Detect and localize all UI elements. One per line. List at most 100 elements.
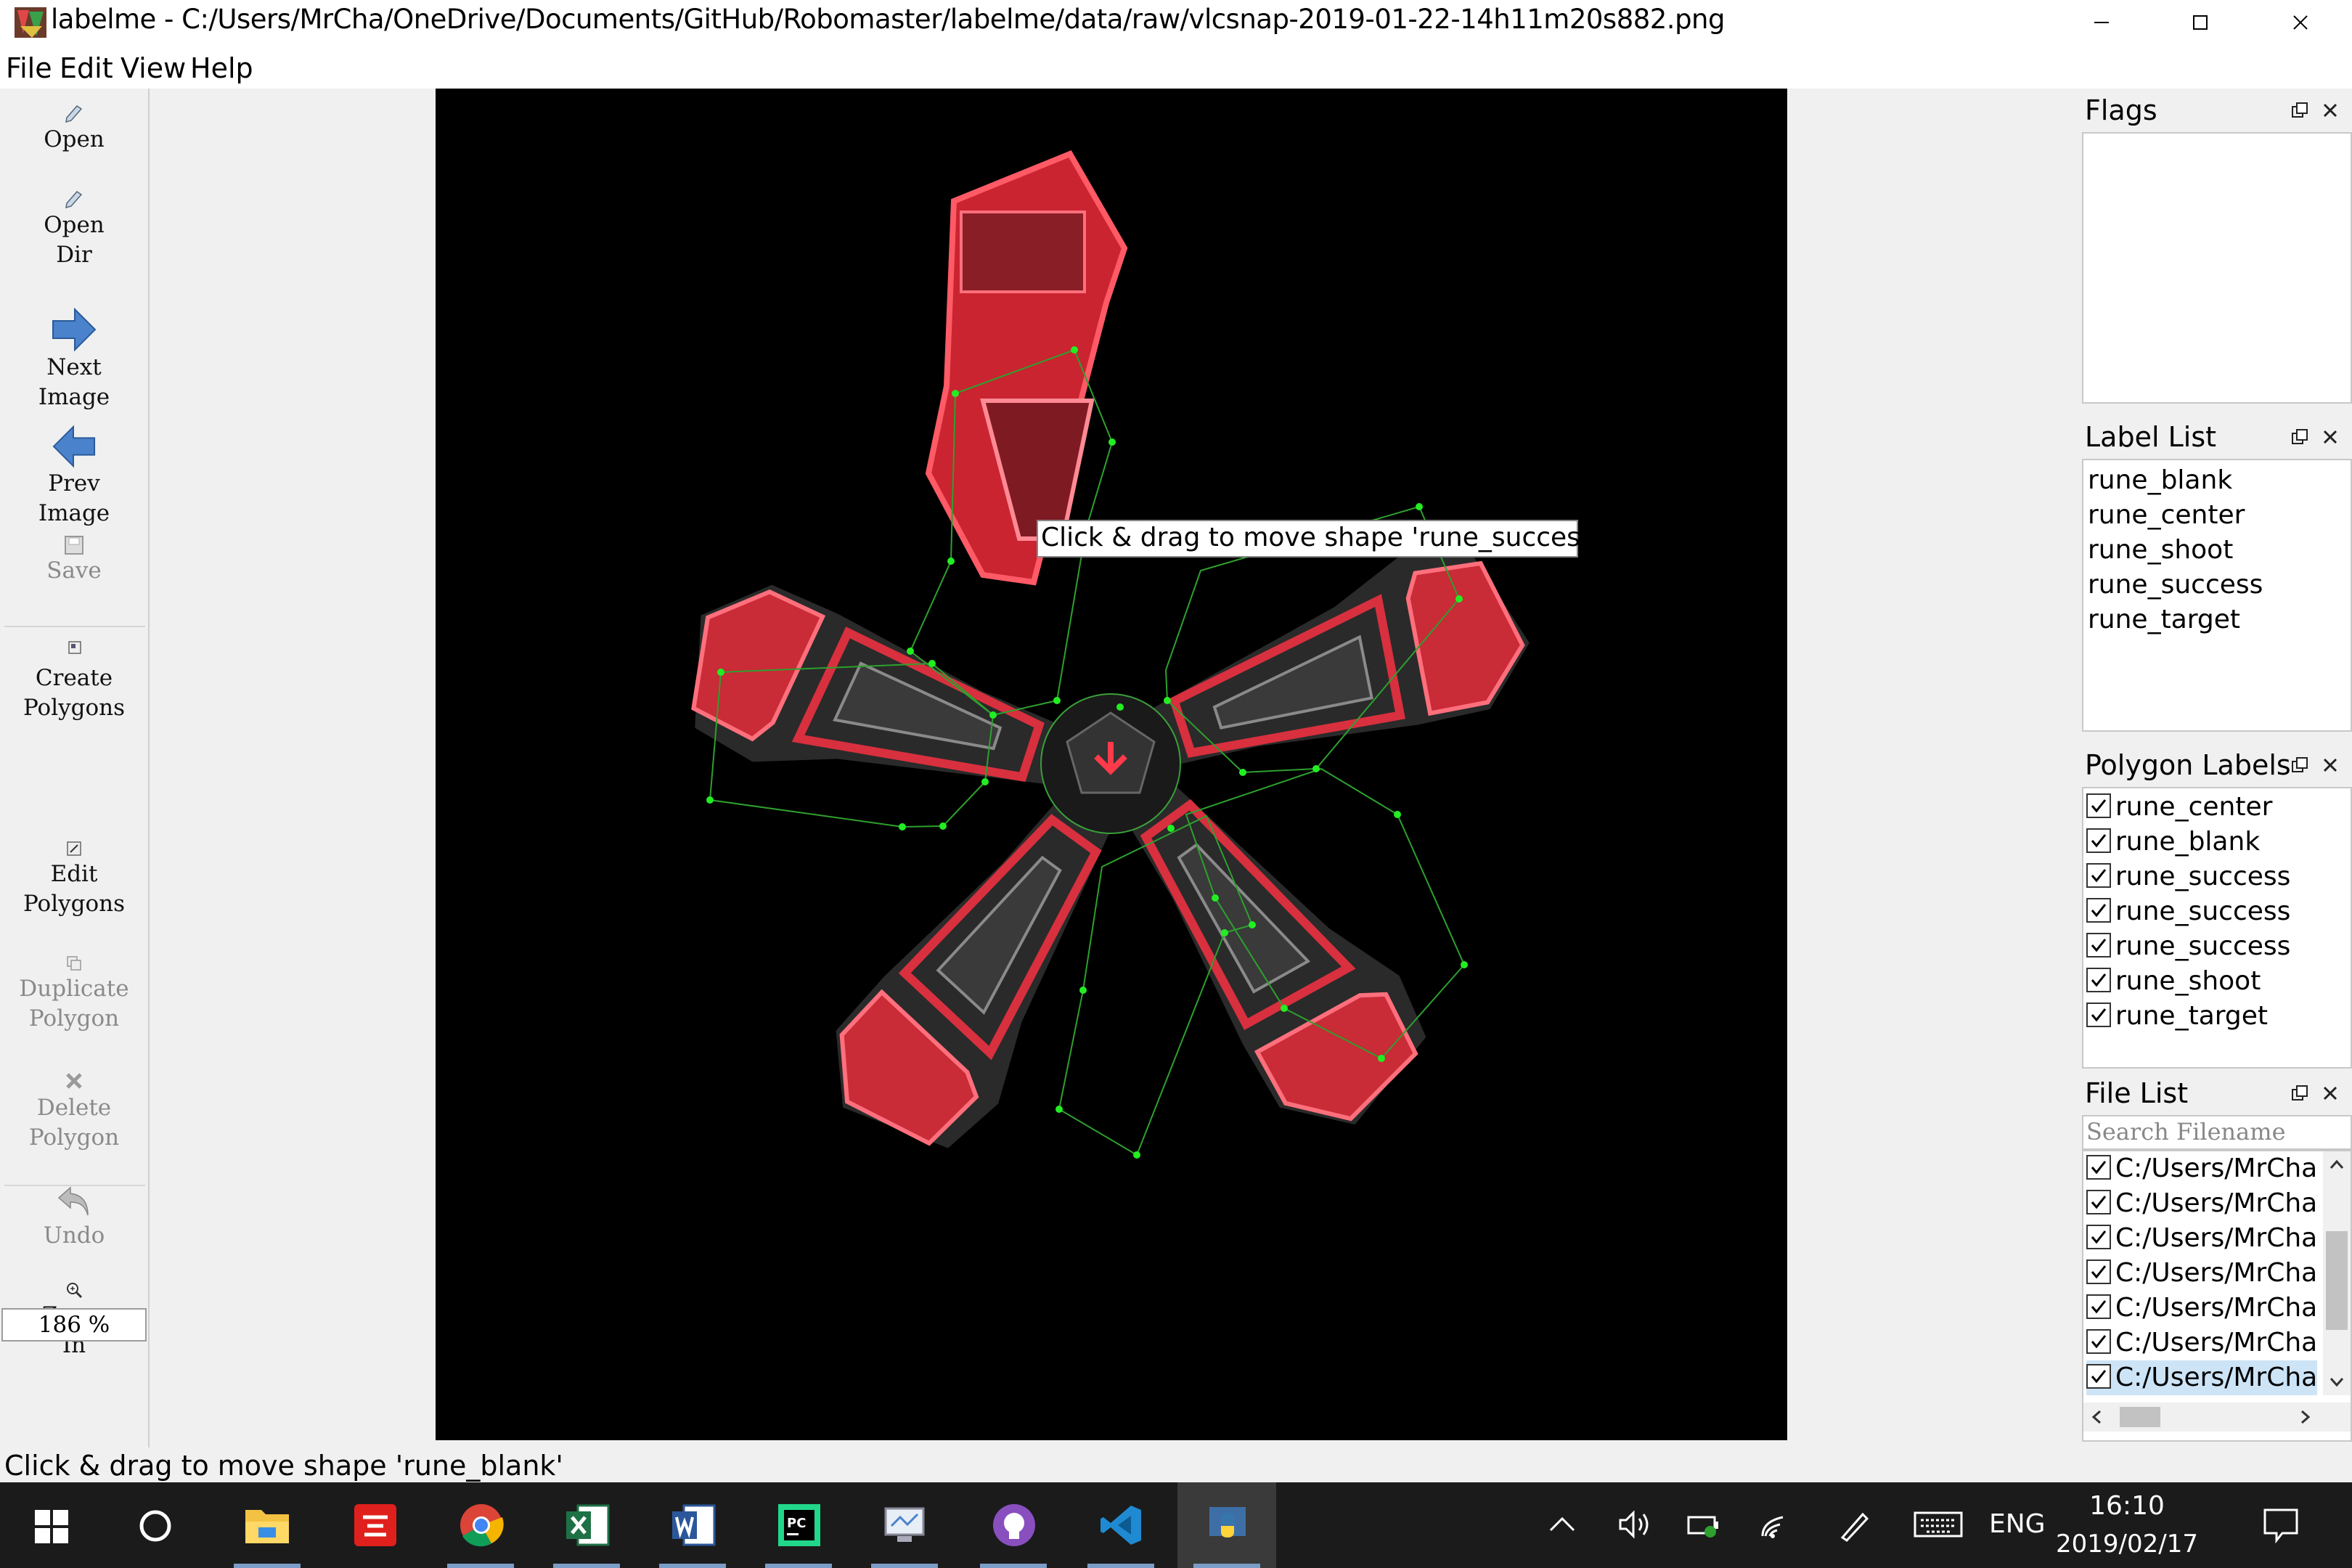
checkbox-checked[interactable] [2086, 898, 2111, 923]
menu-view[interactable]: View [118, 51, 189, 87]
checkbox-checked[interactable] [2086, 1329, 2111, 1354]
file-explorer-app[interactable] [218, 1482, 317, 1568]
polygon-label-item[interactable]: rune_blank [2086, 825, 2260, 859]
create-polygons-button[interactable]: Create Polygons [0, 634, 148, 723]
float-dock-icon[interactable] [2290, 1083, 2310, 1103]
checkbox-checked[interactable] [2086, 1190, 2111, 1214]
label-list-item[interactable]: rune_target [2088, 603, 2240, 637]
pycharm-icon: PC [778, 1504, 820, 1546]
file-list-item[interactable]: C:/Users/MrCha [2086, 1291, 2317, 1326]
prev-image-button[interactable]: Prev Image [0, 424, 148, 528]
notification-icon[interactable] [2261, 1504, 2301, 1545]
wifi-icon[interactable] [1755, 1508, 1793, 1540]
menu-file[interactable]: File [3, 51, 55, 87]
clock-time[interactable]: 16:10 [2069, 1488, 2185, 1524]
open-dir-button[interactable]: Open Dir [0, 187, 148, 270]
checkbox-checked[interactable] [2086, 793, 2111, 818]
checkbox-checked[interactable] [2086, 1003, 2111, 1027]
youdao-app[interactable] [325, 1482, 424, 1568]
menu-edit[interactable]: Edit [57, 51, 116, 87]
file-list-panel: C:/Users/MrCha C:/Users/MrCha C:/Users/M… [2082, 1150, 2352, 1442]
cortana-button[interactable] [106, 1482, 205, 1568]
scroll-left-icon[interactable] [2089, 1409, 2105, 1425]
open-button[interactable]: Open [0, 102, 148, 155]
pycharm-app[interactable]: PC [749, 1482, 848, 1568]
file-list-hscrollbar[interactable] [2083, 1402, 2351, 1432]
clock-date[interactable]: 2019/02/17 [2047, 1526, 2207, 1562]
zoom-value-field[interactable]: 186 % [1, 1308, 147, 1342]
folder-icon [245, 1510, 289, 1543]
open-dir-label-1: Open [44, 212, 105, 238]
label-list-item[interactable]: rune_success [2088, 568, 2263, 603]
polygon-label-item[interactable]: rune_center [2086, 790, 2272, 825]
checkbox-checked[interactable] [2086, 968, 2111, 992]
label-list-item[interactable]: rune_shoot [2088, 533, 2233, 568]
github-desktop-app[interactable] [964, 1482, 1063, 1568]
undo-button[interactable]: Undo [0, 1182, 148, 1251]
scroll-thumb[interactable] [2326, 1231, 2348, 1330]
checkbox-checked[interactable] [2086, 828, 2111, 853]
start-button[interactable] [0, 1482, 99, 1568]
toolbar-separator-2 [4, 1185, 145, 1186]
prev-label-1: Prev [48, 470, 100, 497]
checkbox-checked[interactable] [2086, 1259, 2111, 1284]
file-list-vscrollbar[interactable] [2323, 1151, 2351, 1395]
battery-icon[interactable] [1686, 1508, 1723, 1540]
checkbox-checked[interactable] [2086, 863, 2111, 888]
menu-help[interactable]: Help [187, 51, 256, 87]
file-path-text: C:/Users/MrCha [2115, 1223, 2318, 1253]
chevron-up-icon[interactable] [1546, 1511, 1578, 1538]
file-search-input[interactable]: Search Filename [2082, 1115, 2352, 1150]
close-dock-icon[interactable] [2320, 100, 2340, 121]
float-dock-icon[interactable] [2290, 427, 2310, 447]
hscroll-thumb[interactable] [2120, 1407, 2160, 1427]
remote-desktop-app[interactable] [855, 1482, 954, 1568]
delete-polygon-button[interactable]: Delete Polygon [0, 1069, 148, 1153]
open-dir-label-2: Dir [56, 242, 92, 268]
volume-icon[interactable] [1616, 1508, 1654, 1540]
python-app[interactable] [1177, 1482, 1276, 1568]
close-dock-icon[interactable] [2320, 427, 2340, 447]
duplicate-polygon-button[interactable]: Duplicate Polygon [0, 952, 148, 1034]
save-button[interactable]: Save [0, 534, 148, 586]
checkbox-checked[interactable] [2086, 1294, 2111, 1319]
file-list-item[interactable]: C:/Users/MrCha [2086, 1151, 2317, 1186]
close-window-button[interactable] [2253, 0, 2348, 45]
label-list-item[interactable]: rune_center [2088, 498, 2245, 533]
checkbox-checked[interactable] [2086, 1155, 2111, 1180]
pen-icon[interactable] [1835, 1507, 1873, 1542]
scroll-up-icon[interactable] [2329, 1157, 2345, 1173]
scroll-down-icon[interactable] [2329, 1373, 2345, 1389]
vscode-app[interactable] [1071, 1482, 1170, 1568]
scroll-right-icon[interactable] [2297, 1409, 2313, 1425]
excel-app[interactable] [537, 1482, 636, 1568]
keyboard-icon[interactable] [1914, 1510, 1963, 1539]
checkbox-checked[interactable] [2086, 1364, 2111, 1389]
maximize-button[interactable] [2153, 0, 2247, 45]
polygon-label-item[interactable]: rune_shoot [2086, 964, 2261, 999]
image-canvas[interactable] [436, 89, 1787, 1440]
label-list-item[interactable]: rune_blank [2088, 463, 2232, 498]
checkbox-checked[interactable] [2086, 933, 2111, 957]
polygon-label-item[interactable]: rune_success [2086, 894, 2290, 929]
float-dock-icon[interactable] [2290, 755, 2310, 775]
file-list-item-selected[interactable]: C:/Users/MrCha [2086, 1360, 2318, 1395]
file-list-item[interactable]: C:/Users/MrCha [2086, 1256, 2317, 1291]
polygon-label-item[interactable]: rune_target [2086, 999, 2268, 1034]
file-list-item[interactable]: C:/Users/MrCha [2086, 1186, 2317, 1221]
minimize-button[interactable] [2054, 0, 2149, 45]
file-list-item[interactable]: C:/Users/MrCha [2086, 1221, 2317, 1256]
close-dock-icon[interactable] [2320, 1083, 2340, 1103]
create-label-1: Create [35, 665, 113, 691]
checkbox-checked[interactable] [2086, 1225, 2111, 1249]
float-dock-icon[interactable] [2290, 100, 2310, 121]
close-dock-icon[interactable] [2320, 755, 2340, 775]
word-app[interactable] [643, 1482, 742, 1568]
chrome-app[interactable] [431, 1482, 530, 1568]
polygon-label-item[interactable]: rune_success [2086, 929, 2290, 964]
language-indicator[interactable]: ENG [1989, 1503, 2046, 1546]
next-image-button[interactable]: Next Image [0, 306, 148, 412]
file-list-item[interactable]: C:/Users/MrCha [2086, 1326, 2317, 1360]
edit-polygons-button[interactable]: Edit Polygons [0, 838, 148, 919]
polygon-label-item[interactable]: rune_success [2086, 859, 2290, 894]
